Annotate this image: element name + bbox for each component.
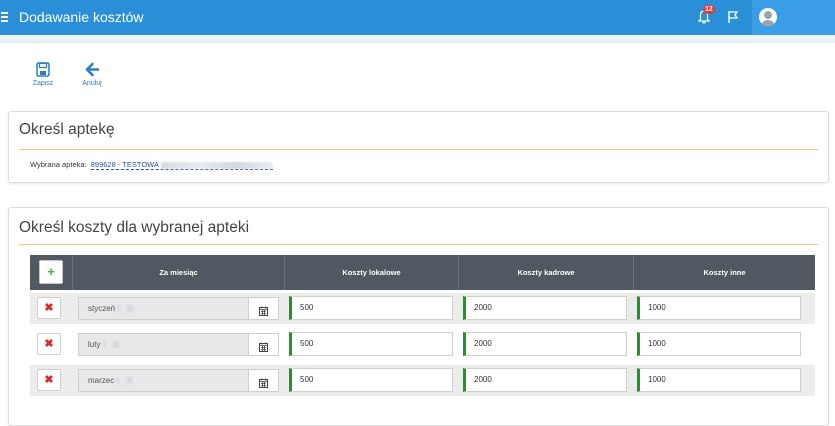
local-costs-input[interactable]: 500 [289,368,453,392]
menu-icon[interactable] [0,10,10,24]
other-costs-input[interactable]: 1000 [637,296,801,320]
save-label: Zapisz [32,80,54,87]
arrow-left-icon [85,62,99,77]
table-row: ✖ styczeń 500 2000 1000 [30,293,815,324]
redacted-text [160,161,273,169]
page-title: Dodawanie kosztów [19,9,144,25]
costs-panel: Określ koszty dla wybranej apteki + Za m… [8,207,829,426]
times-icon: ✖ [44,302,54,314]
plus-icon: + [47,264,55,279]
month-value: marzec [88,376,115,385]
month-field[interactable]: styczeń [78,297,249,320]
other-costs-input[interactable]: 1000 [637,332,801,356]
delete-row-button[interactable]: ✖ [37,369,61,391]
delete-row-button[interactable]: ✖ [37,297,61,319]
month-value: luty [88,340,101,349]
selected-pharmacy-link[interactable]: 899628 - TESTOWA [90,160,273,170]
selected-pharmacy: Wybrana apteka: 899628 - TESTOWA [30,160,273,170]
calendar-icon [259,342,268,352]
header-separator [0,35,835,43]
column-header-month: Za miesiąc [72,255,284,290]
table-row: ✖ marzec 500 2000 1000 [30,365,815,396]
times-icon: ✖ [44,338,54,350]
column-header-local-costs: Koszty lokalowe [284,255,458,290]
redacted-year [102,341,123,349]
month-field[interactable]: marzec [78,369,249,392]
calendar-button[interactable] [249,297,279,320]
cancel-button[interactable]: Anuluj [79,62,105,87]
staff-costs-input[interactable]: 2000 [463,296,627,320]
save-icon [36,62,50,77]
costs-panel-title: Określ koszty dla wybranej apteki [19,219,250,236]
flag-icon[interactable] [727,10,739,24]
staff-costs-input[interactable]: 2000 [463,368,627,392]
notification-badge: 12 [703,5,715,14]
calendar-icon [259,306,268,316]
redacted-year [117,305,138,313]
month-field[interactable]: luty [78,333,249,356]
top-navigation-bar: Dodawanie kosztów 12 [0,0,835,35]
pharmacy-panel: Określ aptekę Wybrana apteka: 899628 - T… [8,111,829,183]
panel-divider [19,149,818,150]
selected-pharmacy-label: Wybrana apteka: [30,160,87,169]
selected-pharmacy-value: 899628 - TESTOWA [90,160,159,169]
table-header: + Za miesiąc Koszty lokalowe Koszty kadr… [30,255,815,290]
add-row-button[interactable]: + [39,260,63,284]
month-value: styczeń [88,304,116,313]
times-icon: ✖ [44,374,54,386]
table-row: ✖ luty 500 2000 1000 [30,329,815,360]
user-menu[interactable] [752,0,835,35]
delete-row-button[interactable]: ✖ [37,333,61,355]
cancel-label: Anuluj [82,80,102,87]
column-header-other-costs: Koszty inne [633,255,815,290]
staff-costs-input[interactable]: 2000 [463,332,627,356]
calendar-icon [259,378,268,388]
local-costs-input[interactable]: 500 [289,296,453,320]
panel-divider [19,244,818,245]
calendar-button[interactable] [249,369,279,392]
other-costs-input[interactable]: 1000 [637,368,801,392]
pharmacy-panel-title: Określ aptekę [19,121,115,138]
local-costs-input[interactable]: 500 [289,332,453,356]
column-header-staff-costs: Koszty kadrowe [458,255,633,290]
calendar-button[interactable] [249,333,279,356]
user-avatar-icon[interactable] [759,8,777,26]
redacted-year [116,377,137,385]
save-button[interactable]: Zapisz [30,62,56,87]
